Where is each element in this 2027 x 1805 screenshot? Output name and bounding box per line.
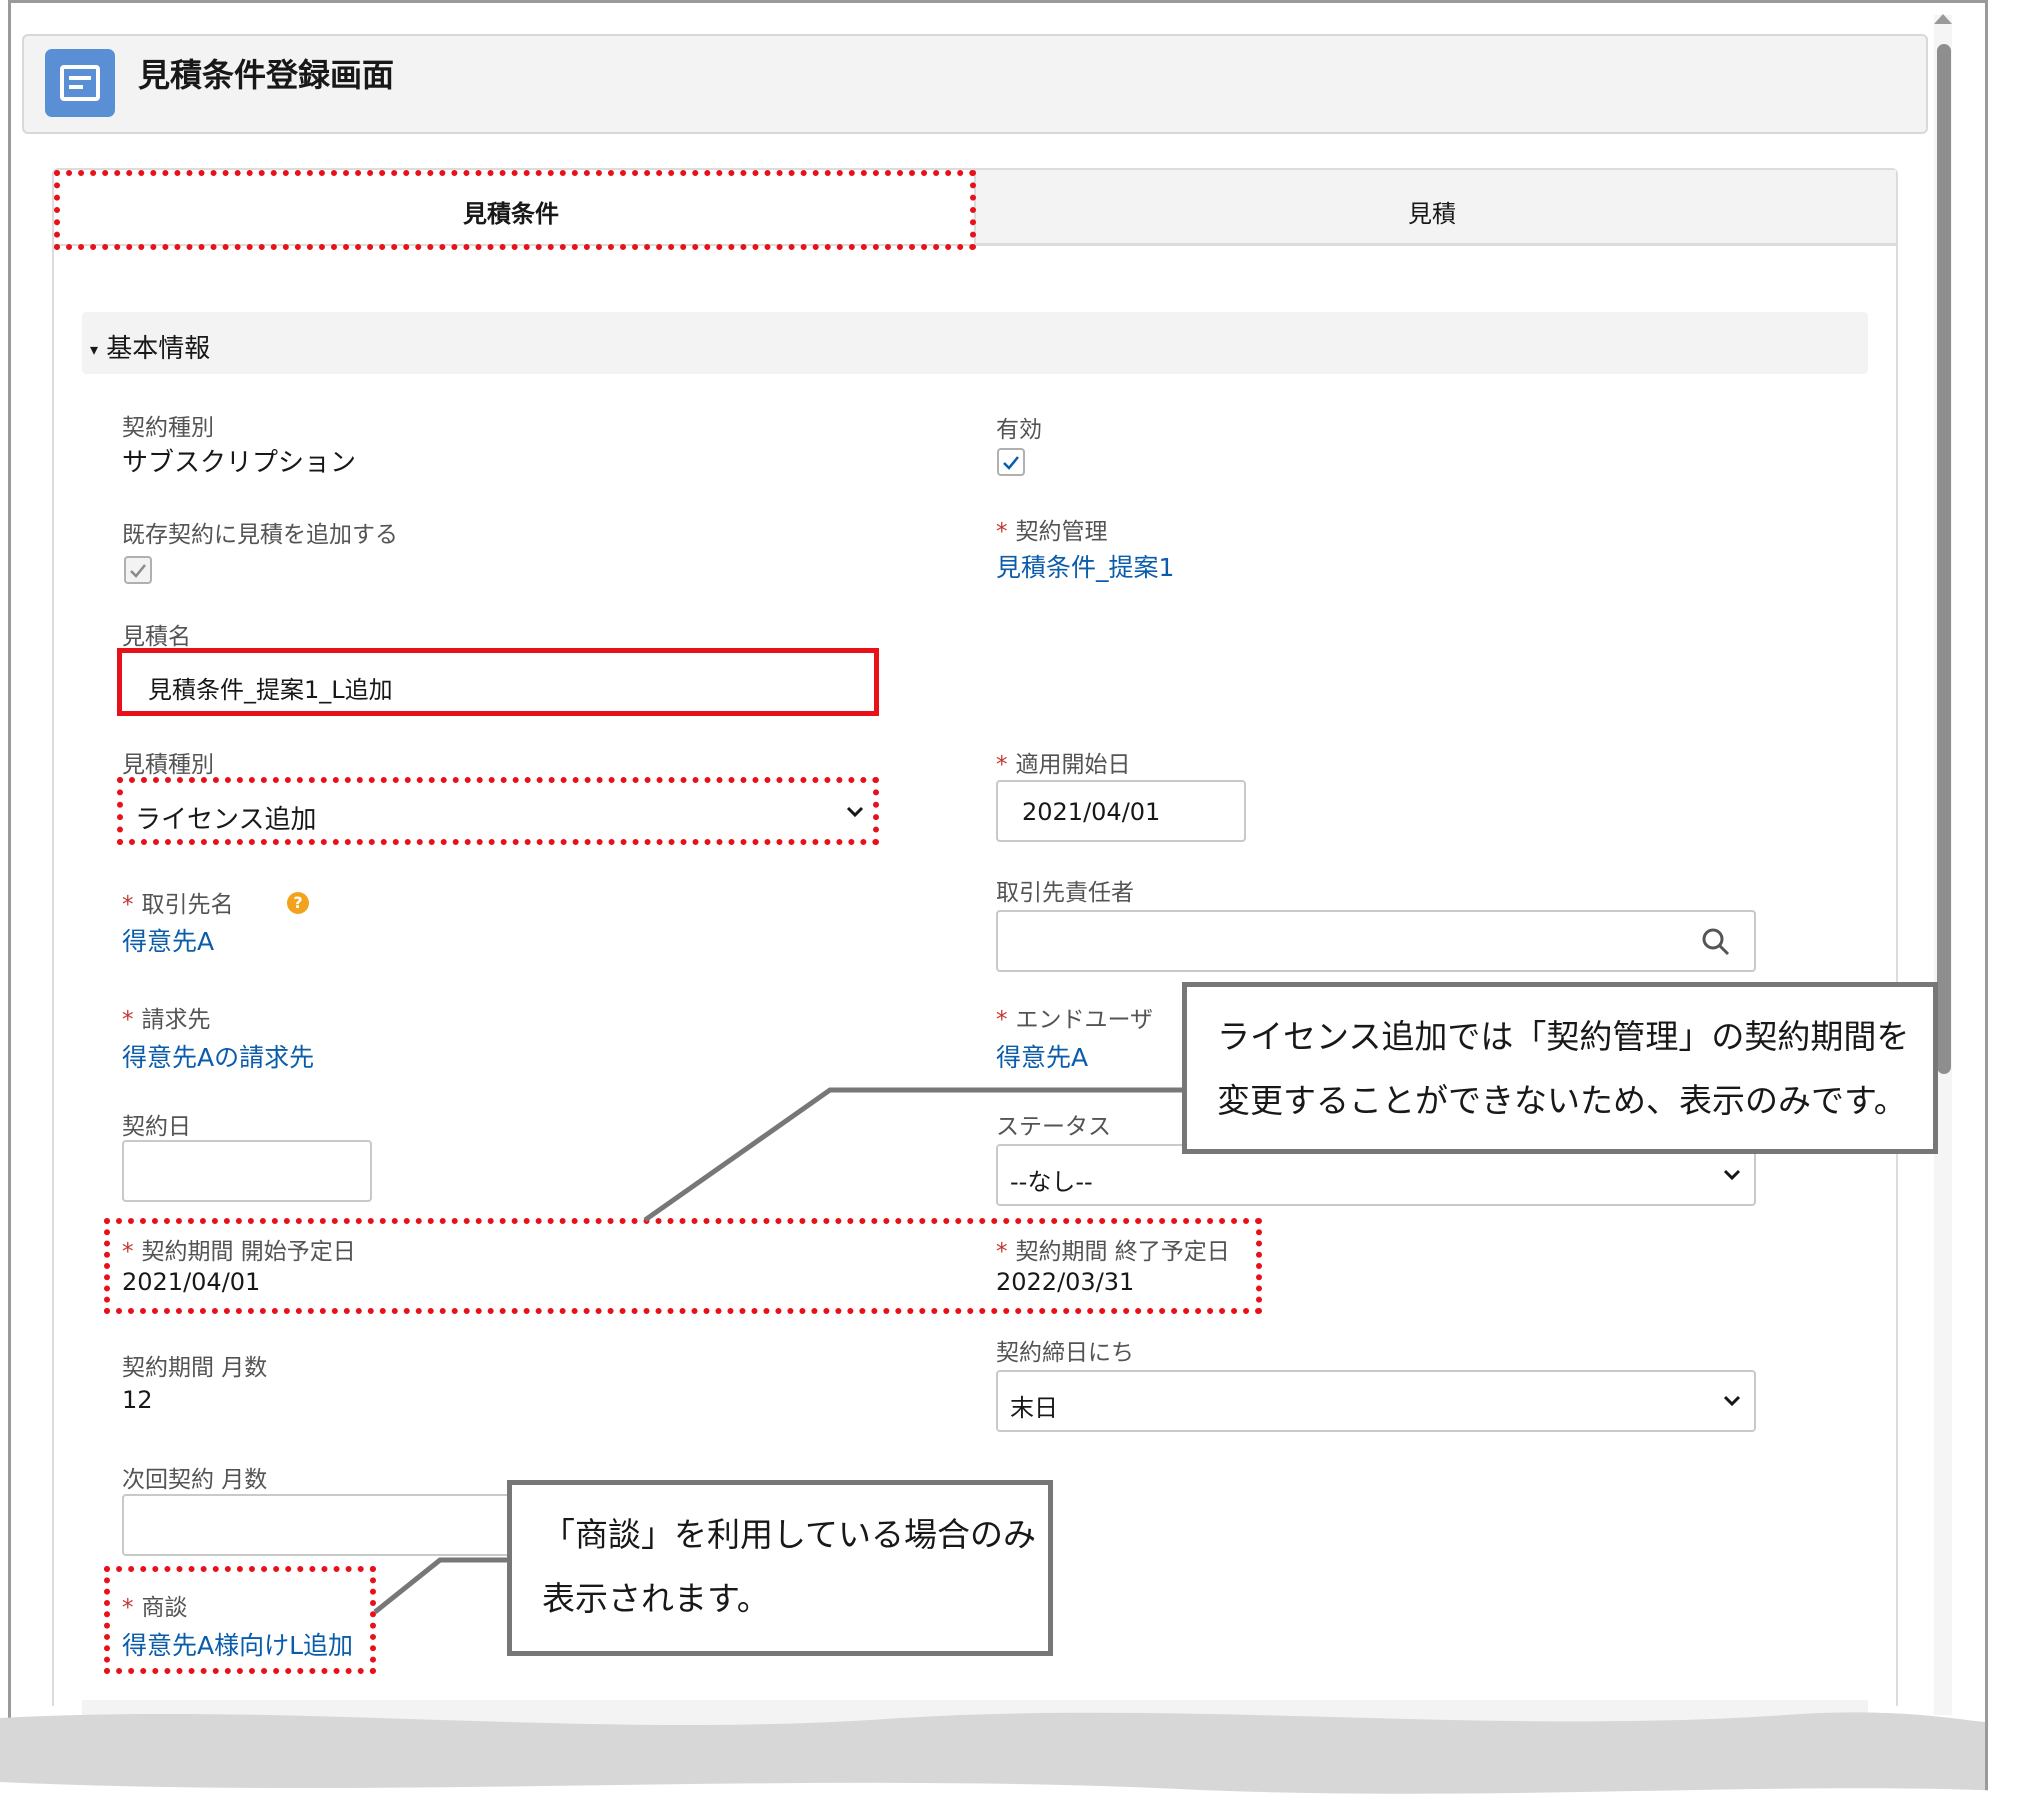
torn-edge-decoration bbox=[0, 1712, 2027, 1805]
callout-opportunity-note: 「商談」を利用している場合のみ 表示されます。 bbox=[507, 1480, 1053, 1656]
callout-period-note: ライセンス追加では「契約管理」の契約期間を 変更することができないため、表示のみ… bbox=[1182, 982, 1938, 1154]
